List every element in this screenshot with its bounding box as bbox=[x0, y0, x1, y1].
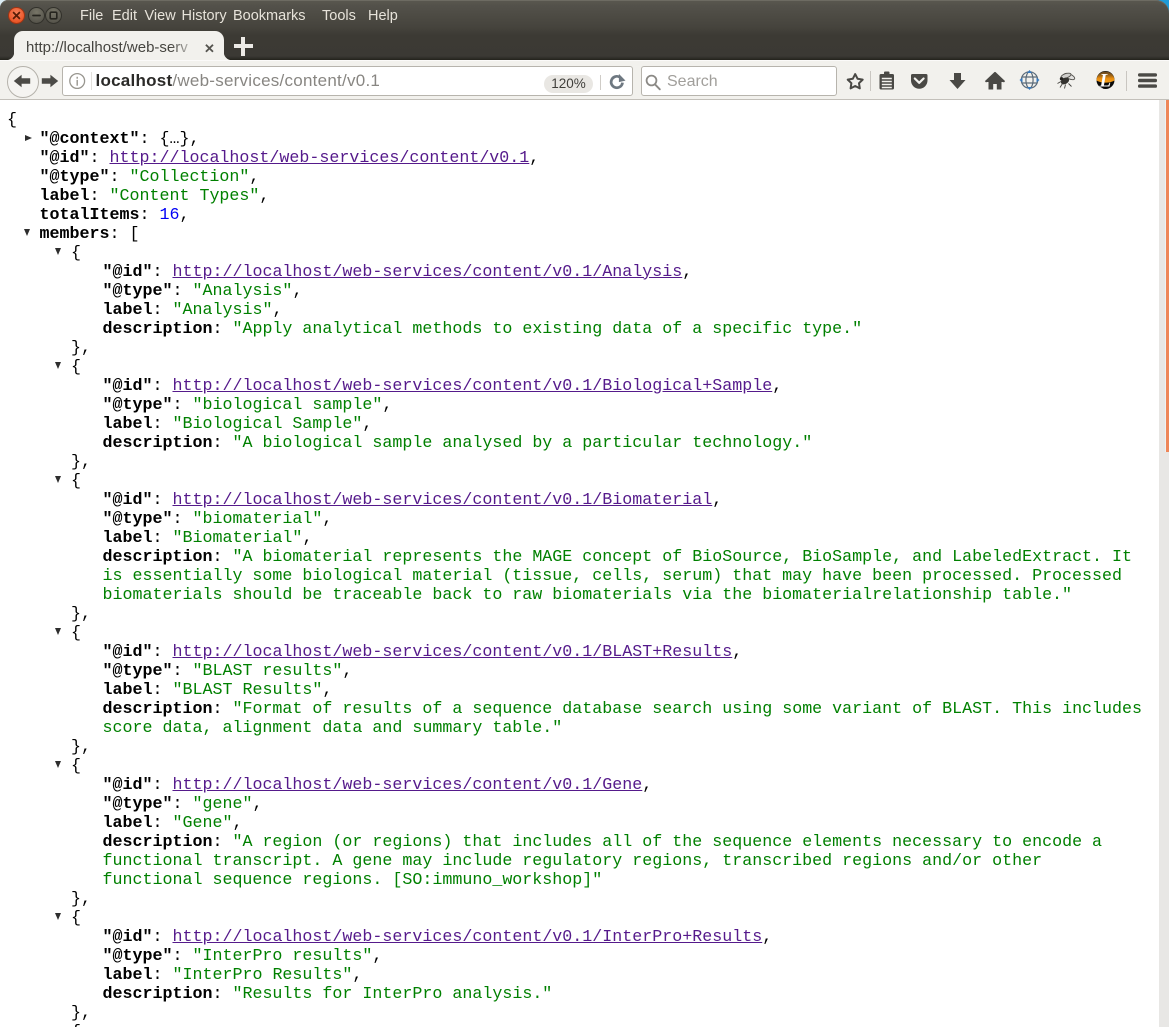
svg-text:L: L bbox=[1099, 71, 1112, 92]
